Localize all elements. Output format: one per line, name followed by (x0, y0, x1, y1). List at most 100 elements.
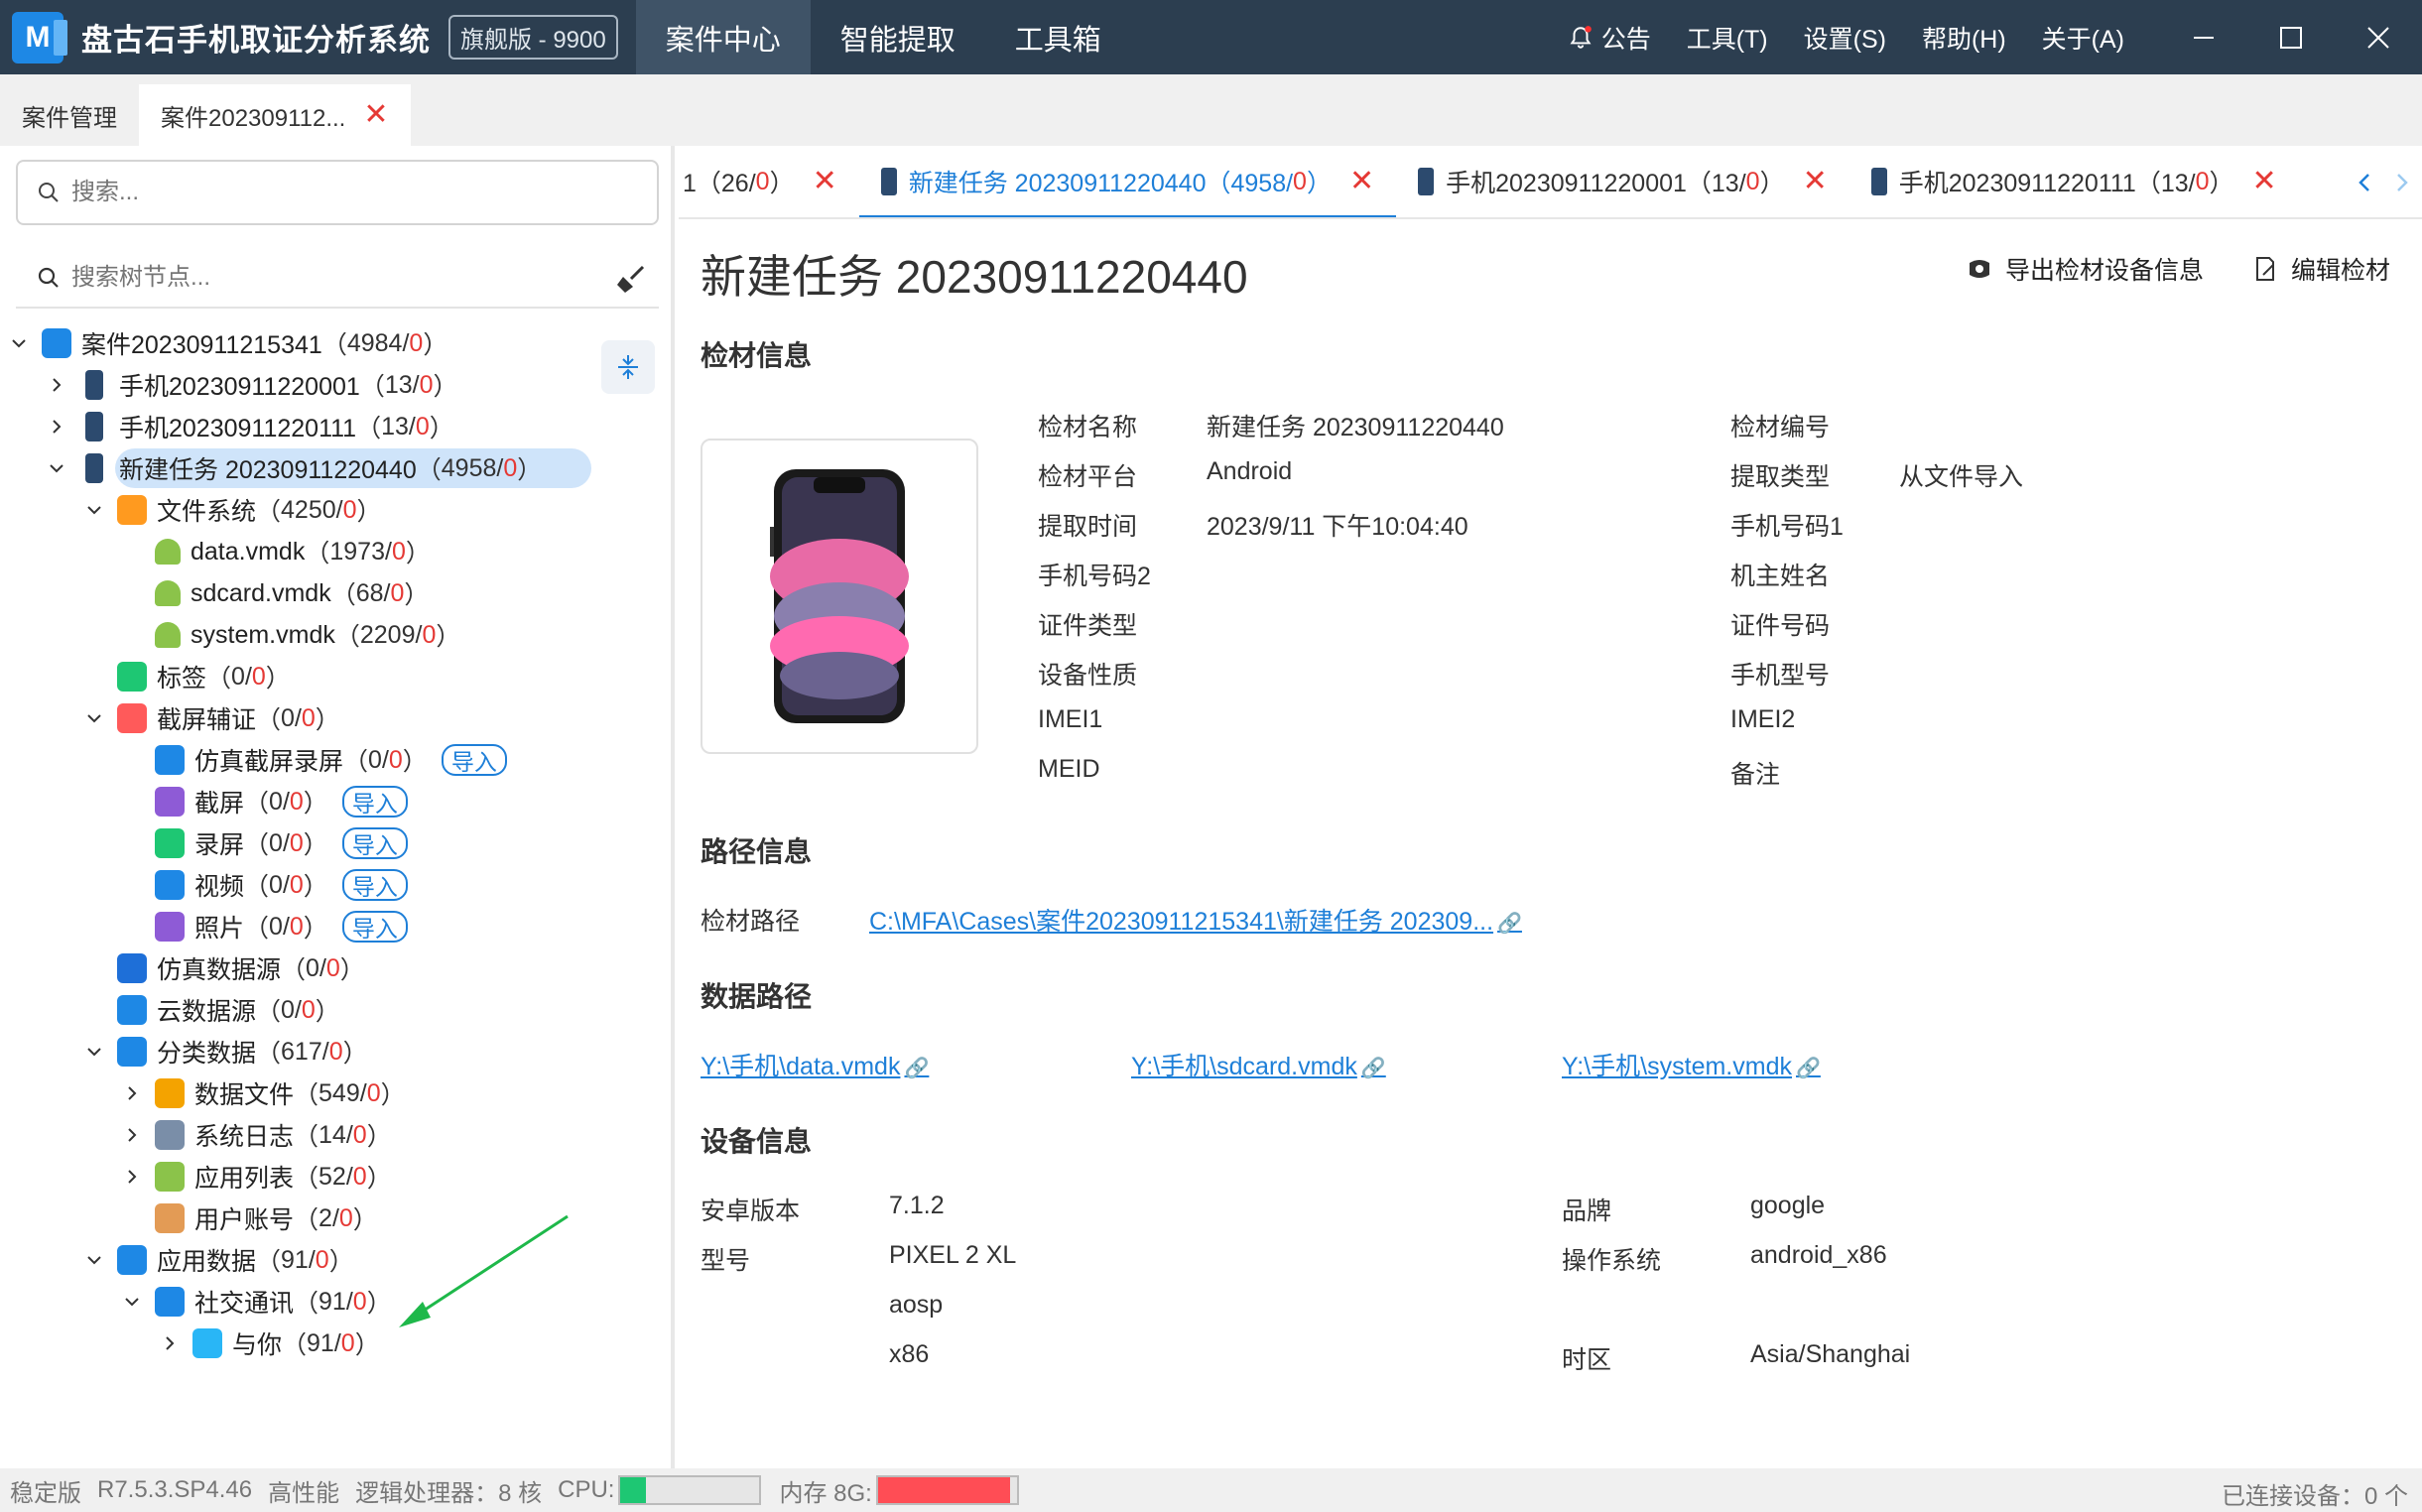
tree-node[interactable]: 案件20230911215341 （4984/0） (0, 322, 675, 364)
chevron-down-icon[interactable] (8, 332, 30, 354)
chevron-right-icon[interactable] (121, 1082, 143, 1104)
task-tab-zero: 0 (1293, 167, 1307, 195)
task-tab[interactable]: 手机20230911220001（13/0） ✕ (1396, 146, 1849, 217)
tree-node[interactable]: 视频（0/0）导入 (0, 864, 675, 906)
task-tab[interactable]: 新建任务 20230911220440（4958/0） ✕ (858, 146, 1397, 217)
nav-smart-extract[interactable]: 智能提取 (811, 0, 985, 74)
tree-node[interactable]: 截屏（0/0）导入 (0, 781, 675, 822)
menu-help[interactable]: 帮助(H) (1922, 20, 2006, 56)
tree-node[interactable]: 手机20230911220111 （13/0） (0, 406, 675, 447)
menu-tools[interactable]: 工具(T) (1687, 20, 1768, 56)
paren-open: （ (294, 1081, 319, 1109)
count-sep: / (402, 328, 410, 357)
tree-node[interactable]: system.vmdk （2209/0） (0, 614, 675, 656)
nav-case-center[interactable]: 案件中心 (635, 0, 811, 74)
menu-about[interactable]: 关于(A) (2042, 20, 2124, 56)
edit-evidence-button[interactable]: 编辑检材 (2251, 251, 2390, 287)
tree-node[interactable]: 文件系统（4250/0） (0, 489, 675, 531)
page-title: 新建任务 20230911220440 (701, 251, 1248, 303)
chevron-right-icon[interactable] (46, 374, 67, 396)
chevron-down-icon[interactable] (83, 1249, 105, 1271)
clear-broom-icon[interactable] (613, 261, 649, 297)
chevron-right-icon[interactable] (2386, 168, 2416, 197)
chevron-down-icon[interactable] (121, 1291, 143, 1313)
tree-node[interactable]: 标签（0/0） (0, 656, 675, 697)
maximize-button[interactable] (2247, 0, 2335, 74)
field-label: MEID (1038, 755, 1100, 783)
tree-node-zero: 0 (352, 1162, 367, 1191)
app-logo: M (12, 11, 67, 63)
tree-search[interactable] (16, 249, 659, 309)
tree-node[interactable]: sdcard.vmdk （68/0） (0, 572, 675, 614)
tree-node[interactable]: 仿真截屏录屏（0/0）导入 (0, 739, 675, 781)
close-tab-icon[interactable]: ✕ (1349, 167, 1374, 196)
import-button[interactable]: 导入 (341, 786, 408, 818)
import-button[interactable]: 导入 (341, 869, 408, 901)
tab-case-detail[interactable]: 案件202309112... ✕ (139, 84, 411, 146)
tree-search-input[interactable] (71, 264, 568, 292)
close-window-button[interactable] (2335, 0, 2422, 74)
bell-icon (1568, 25, 1593, 51)
task-tab[interactable]: 1（26/0） ✕ (679, 146, 859, 217)
count-sep: / (294, 995, 302, 1024)
data-file-icon (155, 1078, 185, 1108)
tree-node[interactable]: 手机20230911220001 （13/0） (0, 364, 675, 406)
section-data-path: 数据路径 (701, 981, 813, 1012)
search-input[interactable] (71, 179, 568, 206)
connected-devices: 已连接设备：0 个 (2221, 1483, 2408, 1510)
paren-open: （ (256, 706, 282, 734)
tree-node[interactable]: 截屏辅证（0/0） (0, 697, 675, 739)
paren-close: ） (315, 706, 340, 734)
close-tab-icon[interactable]: ✕ (813, 167, 837, 196)
import-button[interactable]: 导入 (341, 911, 408, 943)
evidence-path-link[interactable]: C:\MFA\Cases\案件20230911215341\新建任务 20230… (869, 902, 1522, 938)
tree-node-count: 0 (269, 912, 283, 941)
tree-node[interactable]: data.vmdk （1973/0） (0, 531, 675, 572)
chevron-down-icon[interactable] (46, 457, 67, 479)
chevron-left-icon[interactable] (2351, 168, 2380, 197)
paren-open: （ (359, 373, 385, 401)
task-tab-label: 1（26/ (683, 170, 756, 197)
field-label: 手机号码1 (1730, 513, 1844, 541)
tree-node-label: 视频 (194, 873, 245, 901)
global-search[interactable] (16, 160, 659, 225)
import-button[interactable]: 导入 (441, 744, 507, 776)
count-sep: / (319, 953, 326, 982)
data-path-link[interactable]: Y:\手机\system.vmdk 🔗 (1562, 1047, 1821, 1082)
tree-node[interactable]: 分类数据（617/0） (0, 1031, 675, 1072)
tree-node[interactable]: 仿真数据源（0/0） (0, 947, 675, 989)
close-tab-icon[interactable]: ✕ (1803, 167, 1828, 196)
tree-node[interactable]: 云数据源（0/0） (0, 989, 675, 1031)
chevron-down-icon[interactable] (83, 499, 105, 521)
tab-case-management[interactable]: 案件管理 (0, 84, 139, 146)
tree-node[interactable]: 录屏（0/0）导入 (0, 822, 675, 864)
tree-node[interactable]: 数据文件（549/0） (0, 1072, 675, 1114)
count-sep: / (308, 1245, 316, 1274)
export-device-info-button[interactable]: 导出检材设备信息 (1966, 251, 2204, 287)
tree-node-label: 新建任务 20230911220440 (119, 456, 417, 484)
task-tab[interactable]: 手机20230911220111（13/0） ✕ (1849, 146, 2299, 217)
chevron-right-icon[interactable] (46, 416, 67, 438)
paren-close: ） (402, 748, 428, 776)
close-tab-icon[interactable]: ✕ (2252, 167, 2277, 196)
chevron-right-icon[interactable] (159, 1332, 181, 1354)
nav-toolbox[interactable]: 工具箱 (985, 0, 1131, 74)
menu-settings[interactable]: 设置(S) (1804, 20, 1886, 56)
data-path-link[interactable]: Y:\手机\sdcard.vmdk 🔗 (1131, 1047, 1386, 1082)
minimize-button[interactable] (2160, 0, 2247, 74)
tree-node[interactable]: 照片（0/0）导入 (0, 906, 675, 947)
chevron-right-icon[interactable] (121, 1124, 143, 1146)
close-tab-icon[interactable]: ✕ (363, 100, 388, 130)
announcement-menu[interactable]: 公告 (1568, 20, 1651, 56)
tree-node-zero: 0 (390, 578, 405, 607)
data-path-link[interactable]: Y:\手机\data.vmdk 🔗 (701, 1047, 929, 1082)
chevron-right-icon[interactable] (121, 1166, 143, 1188)
import-button[interactable]: 导入 (341, 827, 408, 859)
tree-node[interactable]: 新建任务 20230911220440 （4958/0） (0, 447, 675, 489)
chevron-down-icon[interactable] (83, 707, 105, 729)
chevron-down-icon[interactable] (83, 1041, 105, 1063)
tree-node[interactable]: 系统日志（14/0） (0, 1114, 675, 1156)
tree-node[interactable]: 应用列表（52/0） (0, 1156, 675, 1197)
tree-node-count: 52 (319, 1162, 346, 1191)
system-log-icon (155, 1120, 185, 1150)
